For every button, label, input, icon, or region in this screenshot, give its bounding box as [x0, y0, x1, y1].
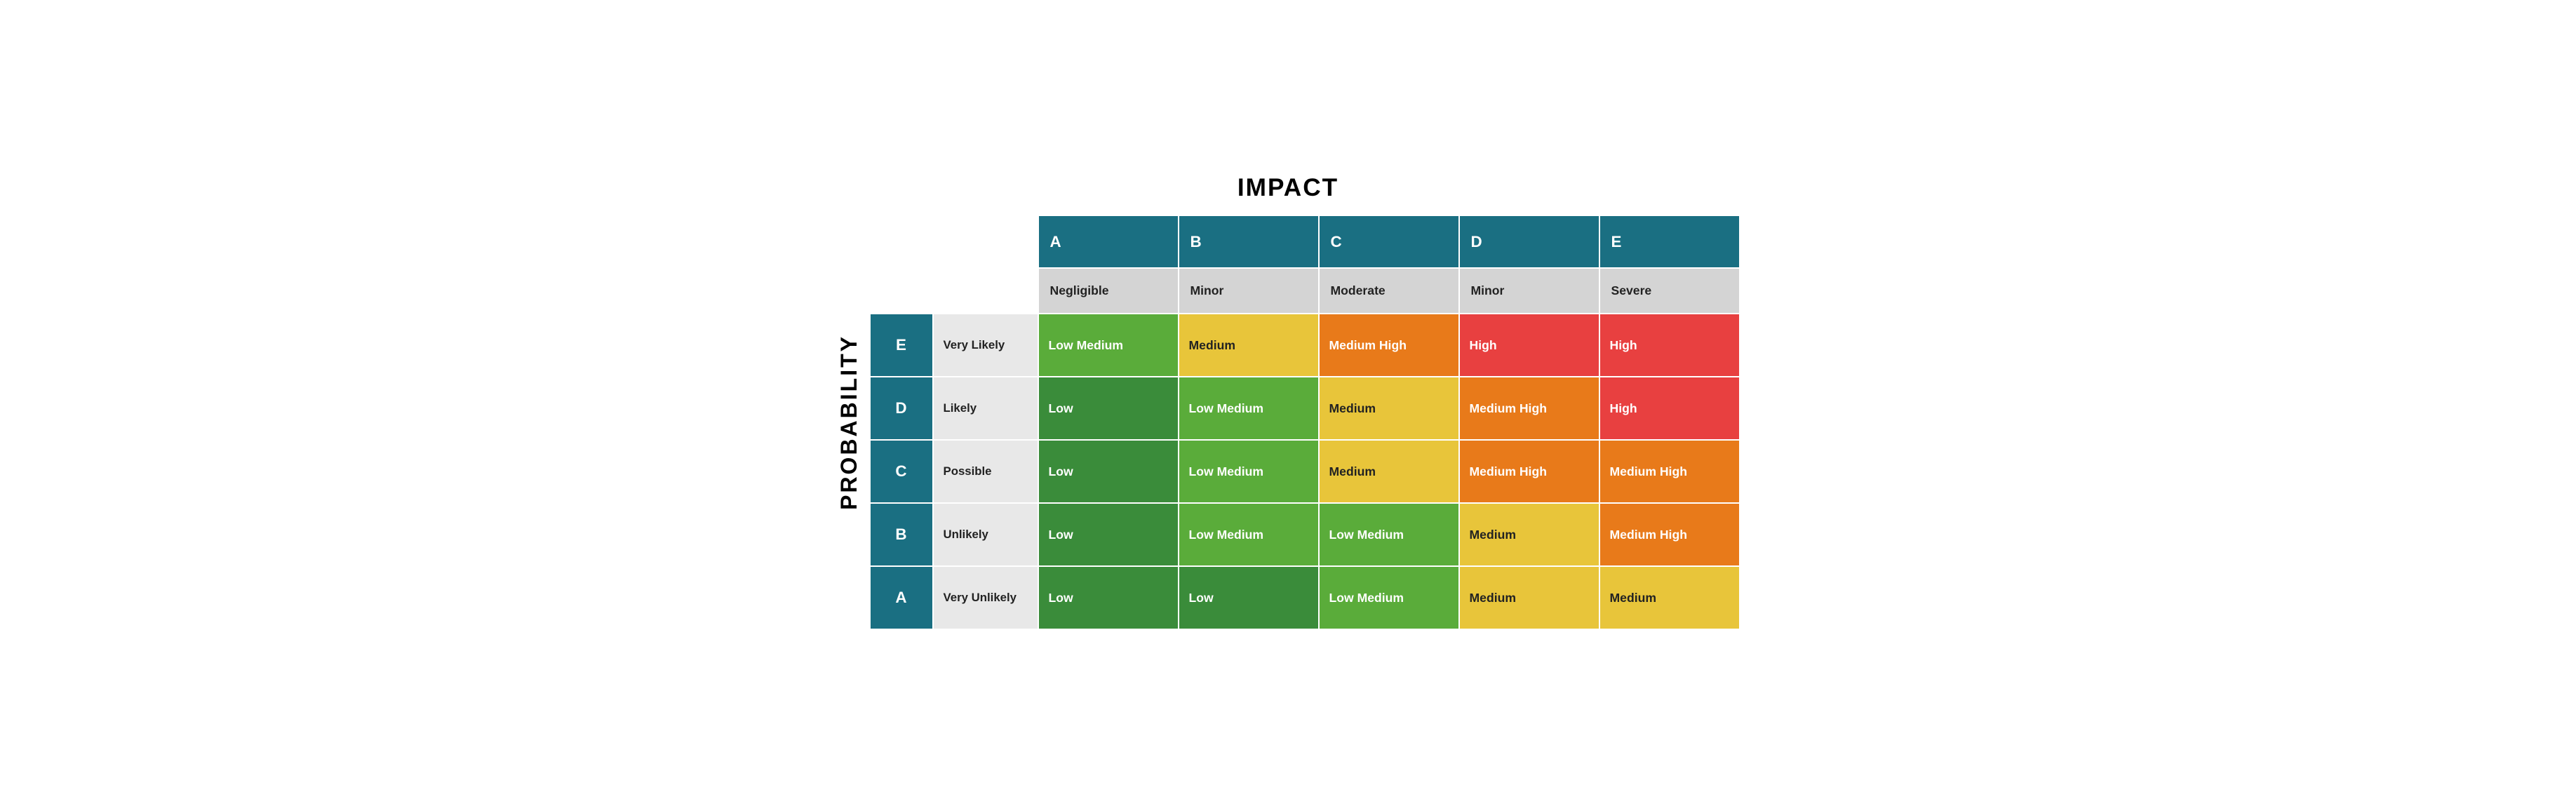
- col-header-c: C: [1319, 215, 1459, 268]
- risk-cell-e-2: Medium High: [1319, 314, 1459, 377]
- prob-row-b: BUnlikelyLowLow MediumLow MediumMediumMe…: [870, 503, 1740, 566]
- probability-label: PROBABILITY: [836, 335, 862, 510]
- risk-cell-b-0: Low: [1038, 503, 1179, 566]
- header-letters-row: A B C D E: [870, 215, 1740, 268]
- risk-cell-c-0: Low: [1038, 440, 1179, 503]
- table-wrapper: A B C D E Negligible Minor Moderate Mino…: [869, 215, 1740, 630]
- col-header-a: A: [1038, 215, 1179, 268]
- impact-minor-2: Minor: [1459, 268, 1599, 314]
- risk-cell-c-3: Medium High: [1459, 440, 1599, 503]
- prob-letter-d: D: [870, 377, 933, 440]
- impact-moderate: Moderate: [1319, 268, 1459, 314]
- risk-cell-a-0: Low: [1038, 566, 1179, 629]
- sublabel-empty-1: [870, 268, 933, 314]
- risk-cell-a-3: Medium: [1459, 566, 1599, 629]
- risk-cell-d-2: Medium: [1319, 377, 1459, 440]
- impact-negligible: Negligible: [1038, 268, 1179, 314]
- risk-matrix-table: A B C D E Negligible Minor Moderate Mino…: [869, 215, 1740, 630]
- prob-letter-e: E: [870, 314, 933, 377]
- col-header-e: E: [1599, 215, 1740, 268]
- col-header-b: B: [1179, 215, 1319, 268]
- prob-letter-b: B: [870, 503, 933, 566]
- risk-cell-e-1: Medium: [1179, 314, 1319, 377]
- risk-cell-d-3: Medium High: [1459, 377, 1599, 440]
- prob-label-a: Very Unlikely: [933, 566, 1038, 629]
- col-header-d: D: [1459, 215, 1599, 268]
- risk-cell-a-1: Low: [1179, 566, 1319, 629]
- prob-label-d: Likely: [933, 377, 1038, 440]
- prob-letter-a: A: [870, 566, 933, 629]
- risk-cell-e-3: High: [1459, 314, 1599, 377]
- risk-cell-d-0: Low: [1038, 377, 1179, 440]
- impact-title: IMPACT: [1237, 174, 1339, 202]
- sublabel-empty-2: [933, 268, 1038, 314]
- risk-cell-d-1: Low Medium: [1179, 377, 1319, 440]
- prob-label-c: Possible: [933, 440, 1038, 503]
- main-layout: PROBABILITY A: [836, 215, 1740, 630]
- risk-cell-c-4: Medium High: [1599, 440, 1740, 503]
- risk-cell-b-3: Medium: [1459, 503, 1599, 566]
- risk-cell-b-1: Low Medium: [1179, 503, 1319, 566]
- risk-cell-e-4: High: [1599, 314, 1740, 377]
- risk-cell-b-2: Low Medium: [1319, 503, 1459, 566]
- impact-minor-1: Minor: [1179, 268, 1319, 314]
- risk-cell-d-4: High: [1599, 377, 1740, 440]
- prob-row-c: CPossibleLowLow MediumMediumMedium HighM…: [870, 440, 1740, 503]
- prob-label-e: Very Likely: [933, 314, 1038, 377]
- risk-cell-c-2: Medium: [1319, 440, 1459, 503]
- risk-cell-e-0: Low Medium: [1038, 314, 1179, 377]
- risk-cell-c-1: Low Medium: [1179, 440, 1319, 503]
- prob-letter-c: C: [870, 440, 933, 503]
- risk-cell-a-4: Medium: [1599, 566, 1740, 629]
- prob-label-b: Unlikely: [933, 503, 1038, 566]
- prob-row-a: AVery UnlikelyLowLowLow MediumMediumMedi…: [870, 566, 1740, 629]
- risk-cell-b-4: Medium High: [1599, 503, 1740, 566]
- corner-empty-2: [933, 215, 1038, 268]
- prob-row-e: EVery LikelyLow MediumMediumMedium HighH…: [870, 314, 1740, 377]
- corner-empty-1: [870, 215, 933, 268]
- outer-wrapper: IMPACT PROBABILITY: [836, 174, 1740, 630]
- impact-labels-row: Negligible Minor Moderate Minor Severe: [870, 268, 1740, 314]
- risk-cell-a-2: Low Medium: [1319, 566, 1459, 629]
- impact-severe: Severe: [1599, 268, 1740, 314]
- prob-row-d: DLikelyLowLow MediumMediumMedium HighHig…: [870, 377, 1740, 440]
